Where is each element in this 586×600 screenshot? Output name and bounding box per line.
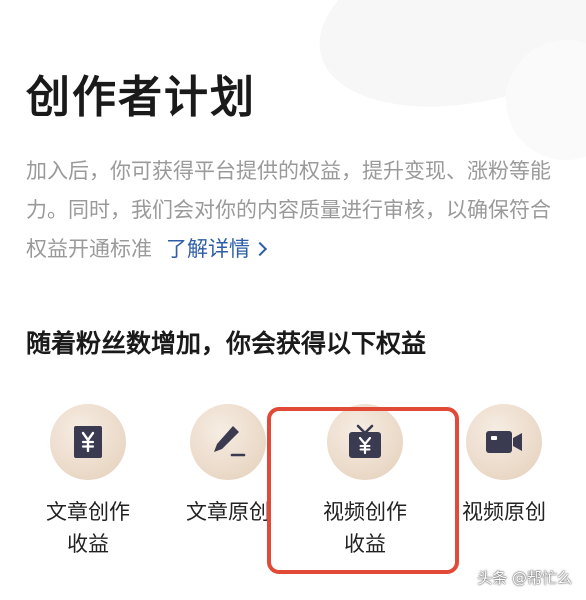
benefit-article-income[interactable]: 文章创作 收益 bbox=[18, 404, 158, 560]
video-camera-icon bbox=[486, 431, 522, 453]
benefit-label: 视频原创 bbox=[462, 500, 546, 524]
benefit-label: 视频创作 收益 bbox=[323, 500, 407, 556]
chevron-right-icon bbox=[252, 241, 268, 257]
plan-description: 加入后，你可获得平台提供的权益，提升变现、涨粉等能力。同时，我们会对你的内容质量… bbox=[26, 152, 556, 269]
benefits-section-title: 随着粉丝数增加，你会获得以下权益 bbox=[26, 329, 427, 358]
pen-icon bbox=[214, 426, 246, 457]
benefit-label: 文章创作 收益 bbox=[46, 500, 130, 556]
benefit-icon-bg bbox=[466, 404, 542, 480]
tv-yen-icon bbox=[349, 424, 381, 458]
benefit-video-original[interactable]: 视频原创 bbox=[434, 404, 574, 528]
watermark: 头条 @帮忙么 bbox=[477, 569, 572, 587]
benefit-label: 文章原创 bbox=[186, 500, 270, 524]
benefit-icon-bg bbox=[190, 404, 266, 480]
page-title: 创作者计划 bbox=[26, 72, 256, 123]
benefit-article-original[interactable]: 文章原创 bbox=[158, 404, 298, 528]
description-text: 加入后，你可获得平台提供的权益，提升变现、涨粉等能力。同时，我们会对你的内容质量… bbox=[26, 159, 551, 261]
yen-document-icon bbox=[74, 426, 102, 458]
benefit-video-income[interactable]: 视频创作 收益 bbox=[295, 404, 435, 560]
benefit-icon-bg bbox=[50, 404, 126, 480]
learn-more-link[interactable]: 了解详情 bbox=[166, 237, 268, 261]
learn-more-label: 了解详情 bbox=[166, 237, 250, 261]
benefit-icon-bg bbox=[327, 404, 403, 480]
creator-plan-page: 创作者计划 加入后，你可获得平台提供的权益，提升变现、涨粉等能力。同时，我们会对… bbox=[0, 0, 586, 600]
